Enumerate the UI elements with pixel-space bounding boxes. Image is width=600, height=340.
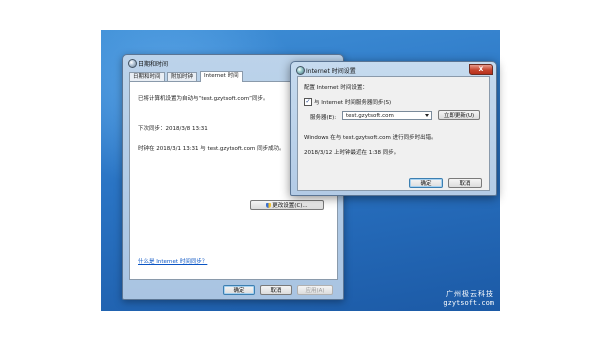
dialog-body: 配置 Internet 时间设置： ✓ 与 Internet 时间服务器同步(S… <box>297 76 490 191</box>
change-settings-button[interactable]: 更改设置(C)... <box>250 200 324 210</box>
update-now-button[interactable]: 立即更新(U) <box>438 110 480 120</box>
last-sync-time-text: 2018/3/12 上时钟最近在 1:38 同步。 <box>304 150 400 156</box>
help-link[interactable]: 什么是 Internet 时间同步？ <box>138 257 207 265</box>
sync-status-text: 已将计算机设置为自动与“test.gzytsoft.com”同步。 <box>138 96 269 102</box>
configure-label: 配置 Internet 时间设置： <box>304 85 368 91</box>
window-title: 日期和时间 <box>138 61 169 68</box>
dialog-titlebar[interactable]: Internet 时间设置 X <box>294 64 493 75</box>
clock-icon <box>128 59 137 68</box>
sync-error-text: Windows 在与 test.gzytsoft.com 进行同步时出错。 <box>304 135 437 141</box>
change-settings-label: 更改设置(C)... <box>272 203 308 209</box>
watermark-domain: gzytsoft.com <box>443 299 494 307</box>
cancel-button[interactable]: 取消 <box>260 285 292 295</box>
close-icon[interactable]: X <box>469 64 493 75</box>
ok-button[interactable]: 确定 <box>223 285 255 295</box>
next-sync-text: 下次同步：2018/3/8 13:31 <box>138 126 208 132</box>
chevron-down-icon <box>425 114 429 117</box>
sync-checkbox[interactable]: ✓ <box>304 98 312 106</box>
dialog-title: Internet 时间设置 <box>306 68 356 75</box>
server-label: 服务器(E): <box>310 115 337 121</box>
tab-internet-time[interactable]: Internet 时间 <box>200 71 243 82</box>
internet-time-settings-dialog: Internet 时间设置 X 配置 Internet 时间设置： ✓ 与 In… <box>290 61 497 196</box>
dialog-ok-button[interactable]: 确定 <box>409 178 443 188</box>
watermark-company: 广州极云科技 <box>446 290 494 298</box>
sync-checkbox-label: 与 Internet 时间服务器同步(S) <box>314 100 392 106</box>
dialog-cancel-button[interactable]: 取消 <box>448 178 482 188</box>
server-select[interactable]: test.gzytsoft.com <box>342 111 432 120</box>
apply-button: 应用(A) <box>297 285 333 295</box>
server-value: test.gzytsoft.com <box>346 113 394 119</box>
last-sync-text: 时钟在 2018/3/1 13:31 与 test.gzytsoft.com 同… <box>138 146 285 152</box>
shield-icon <box>266 203 272 208</box>
watermark: 广州极云科技 gzytsoft.com <box>443 289 494 307</box>
globe-clock-icon <box>296 66 305 75</box>
